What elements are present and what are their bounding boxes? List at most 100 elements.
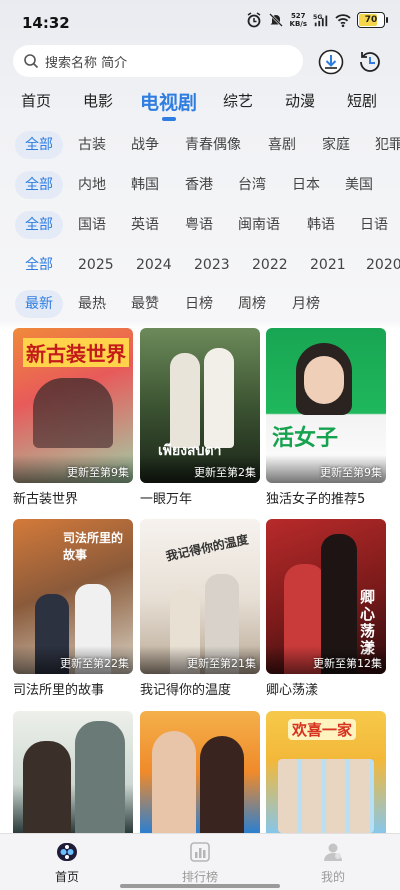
show-card[interactable]: 欢喜一家 (266, 711, 386, 833)
region-chip[interactable]: 香港 (185, 171, 213, 199)
region-chip[interactable]: 全部 (15, 171, 63, 199)
poster-image: 我记得你的温度 更新至第21集 (140, 519, 260, 674)
year-chip[interactable]: 2022 (252, 251, 288, 279)
tab-variety[interactable]: 综艺 (223, 90, 253, 111)
show-card[interactable]: 活女子 更新至第9集 独活女子的推荐5 (266, 328, 386, 507)
region-chip[interactable]: 台湾 (238, 171, 266, 199)
year-chip[interactable]: 2023 (194, 251, 230, 279)
sort-chip[interactable]: 周榜 (238, 290, 266, 318)
region-chip[interactable]: 内地 (78, 171, 106, 199)
poster-title-art: 新古装世界 (23, 338, 129, 367)
poster-image: 卿心荡漾 更新至第12集 (266, 519, 386, 674)
sort-chip[interactable]: 月榜 (292, 290, 320, 318)
episode-badge: 更新至第2集 (194, 466, 256, 479)
genre-chip[interactable]: 青春偶像 (185, 131, 241, 159)
genre-chip[interactable]: 家庭 (322, 131, 350, 159)
nav-label: 排行榜 (181, 870, 218, 884)
mute-icon (268, 13, 283, 27)
poster-title-art: 我记得你的温度 (164, 532, 250, 564)
show-title: 卿心荡漾 (266, 683, 319, 698)
poster-image: 司法所里的故事 更新至第22集 (13, 519, 133, 674)
genre-chip[interactable]: 战争 (131, 131, 159, 159)
tab-short-drama[interactable]: 短剧 (347, 90, 377, 111)
nav-profile[interactable]: 我的 (293, 842, 373, 885)
tab-anime[interactable]: 动漫 (285, 90, 315, 111)
genre-chip[interactable]: 全部 (15, 131, 63, 159)
year-chip[interactable]: 2025 (78, 251, 114, 279)
genre-chip[interactable]: 犯罪 (375, 131, 400, 159)
language-filter-row: 全部 国语 英语 粤语 闽南语 韩语 日语 (0, 211, 400, 241)
svg-text:5G: 5G (313, 14, 322, 21)
sort-chip[interactable]: 最热 (78, 290, 106, 318)
episode-badge: 更新至第9集 (67, 466, 129, 479)
year-chip[interactable]: 2021 (310, 251, 346, 279)
year-chip[interactable]: 2020 (366, 251, 400, 279)
region-filter-row: 全部 内地 韩国 香港 台湾 日本 美国 (0, 171, 400, 201)
clock: 14:32 (22, 14, 70, 32)
tab-movie[interactable]: 电影 (83, 90, 113, 111)
language-chip[interactable]: 韩语 (307, 211, 335, 239)
show-title: 独活女子的推荐5 (266, 492, 366, 507)
history-icon[interactable] (357, 49, 383, 75)
language-chip[interactable]: 国语 (78, 211, 106, 239)
show-card[interactable] (13, 711, 133, 833)
nav-label: 我的 (320, 870, 345, 884)
category-tabs: 首页 电影 电视剧 综艺 动漫 短剧 (0, 88, 400, 121)
tab-home[interactable]: 首页 (21, 90, 51, 111)
status-bar: 14:32 527 KB/s 5G 70 (0, 0, 400, 44)
region-chip[interactable]: 韩国 (131, 171, 159, 199)
show-title: 新古装世界 (13, 492, 79, 507)
poster-image (13, 711, 133, 833)
nav-home[interactable]: 首页 (27, 842, 107, 885)
language-chip[interactable]: 日语 (360, 211, 388, 239)
poster-title-art: 司法所里的故事 (63, 531, 124, 562)
status-icons: 527 KB/s 5G 70 (246, 12, 388, 28)
signal-icon: 5G (313, 14, 328, 27)
show-title: 我记得你的温度 (140, 683, 232, 698)
sort-chip[interactable]: 最新 (15, 290, 63, 318)
nav-label: 首页 (54, 870, 79, 884)
download-icon[interactable] (318, 49, 344, 75)
show-card[interactable] (140, 711, 260, 833)
nav-ranking[interactable]: 排行榜 (160, 842, 240, 885)
home-icon (57, 843, 77, 861)
show-card[interactable]: 我记得你的温度 更新至第21集 我记得你的温度 (140, 519, 260, 698)
alarm-icon (247, 12, 260, 28)
search-input[interactable]: 搜索名称 简介 (13, 45, 303, 77)
year-chip[interactable]: 全部 (25, 251, 53, 279)
search-placeholder: 搜索名称 简介 (45, 55, 128, 71)
show-card[interactable]: 新古装世界 更新至第9集 新古装世界 (13, 328, 133, 507)
profile-icon (324, 843, 342, 861)
show-card[interactable]: 司法所里的故事 更新至第22集 司法所里的故事 (13, 519, 133, 698)
poster-image: เพียงสบตา 更新至第2集 (140, 328, 260, 483)
tab-tv-series[interactable]: 电视剧 (140, 88, 197, 121)
poster-image: 欢喜一家 (266, 711, 386, 833)
language-chip[interactable]: 闽南语 (238, 211, 280, 239)
sort-chip[interactable]: 日榜 (185, 290, 213, 318)
year-filter-row: 全部 2025 2024 2023 2022 2021 2020 (0, 251, 400, 281)
show-card[interactable]: เพียงสบตา 更新至第2集 一眼万年 (140, 328, 260, 507)
language-chip[interactable]: 英语 (131, 211, 159, 239)
sort-filter-row: 最新 最热 最赞 日榜 周榜 月榜 (0, 290, 400, 320)
poster-image: 新古装世界 更新至第9集 (13, 328, 133, 483)
battery-icon: 70 (357, 12, 388, 28)
genre-chip[interactable]: 古装 (78, 131, 106, 159)
active-tab-indicator (161, 117, 176, 121)
poster-title-art: 欢喜一家 (288, 719, 357, 740)
region-chip[interactable]: 美国 (345, 171, 373, 199)
bottom-nav: 首页 排行榜 我的 (0, 833, 400, 890)
region-chip[interactable]: 日本 (292, 171, 320, 199)
year-chip[interactable]: 2024 (136, 251, 172, 279)
genre-chip[interactable]: 喜剧 (268, 131, 296, 159)
show-title: 一眼万年 (140, 492, 193, 507)
ranking-icon (190, 842, 210, 862)
episode-badge: 更新至第12集 (313, 657, 382, 670)
wifi-icon (335, 14, 351, 28)
show-card[interactable]: 卿心荡漾 更新至第12集 卿心荡漾 (266, 519, 386, 698)
language-chip[interactable]: 全部 (15, 211, 63, 239)
genre-filter-row: 全部 古装 战争 青春偶像 喜剧 家庭 犯罪 (0, 131, 400, 161)
sort-chip[interactable]: 最赞 (131, 290, 159, 318)
home-indicator[interactable] (120, 884, 280, 888)
language-chip[interactable]: 粤语 (185, 211, 213, 239)
poster-title-art: 活女子 (272, 426, 339, 451)
